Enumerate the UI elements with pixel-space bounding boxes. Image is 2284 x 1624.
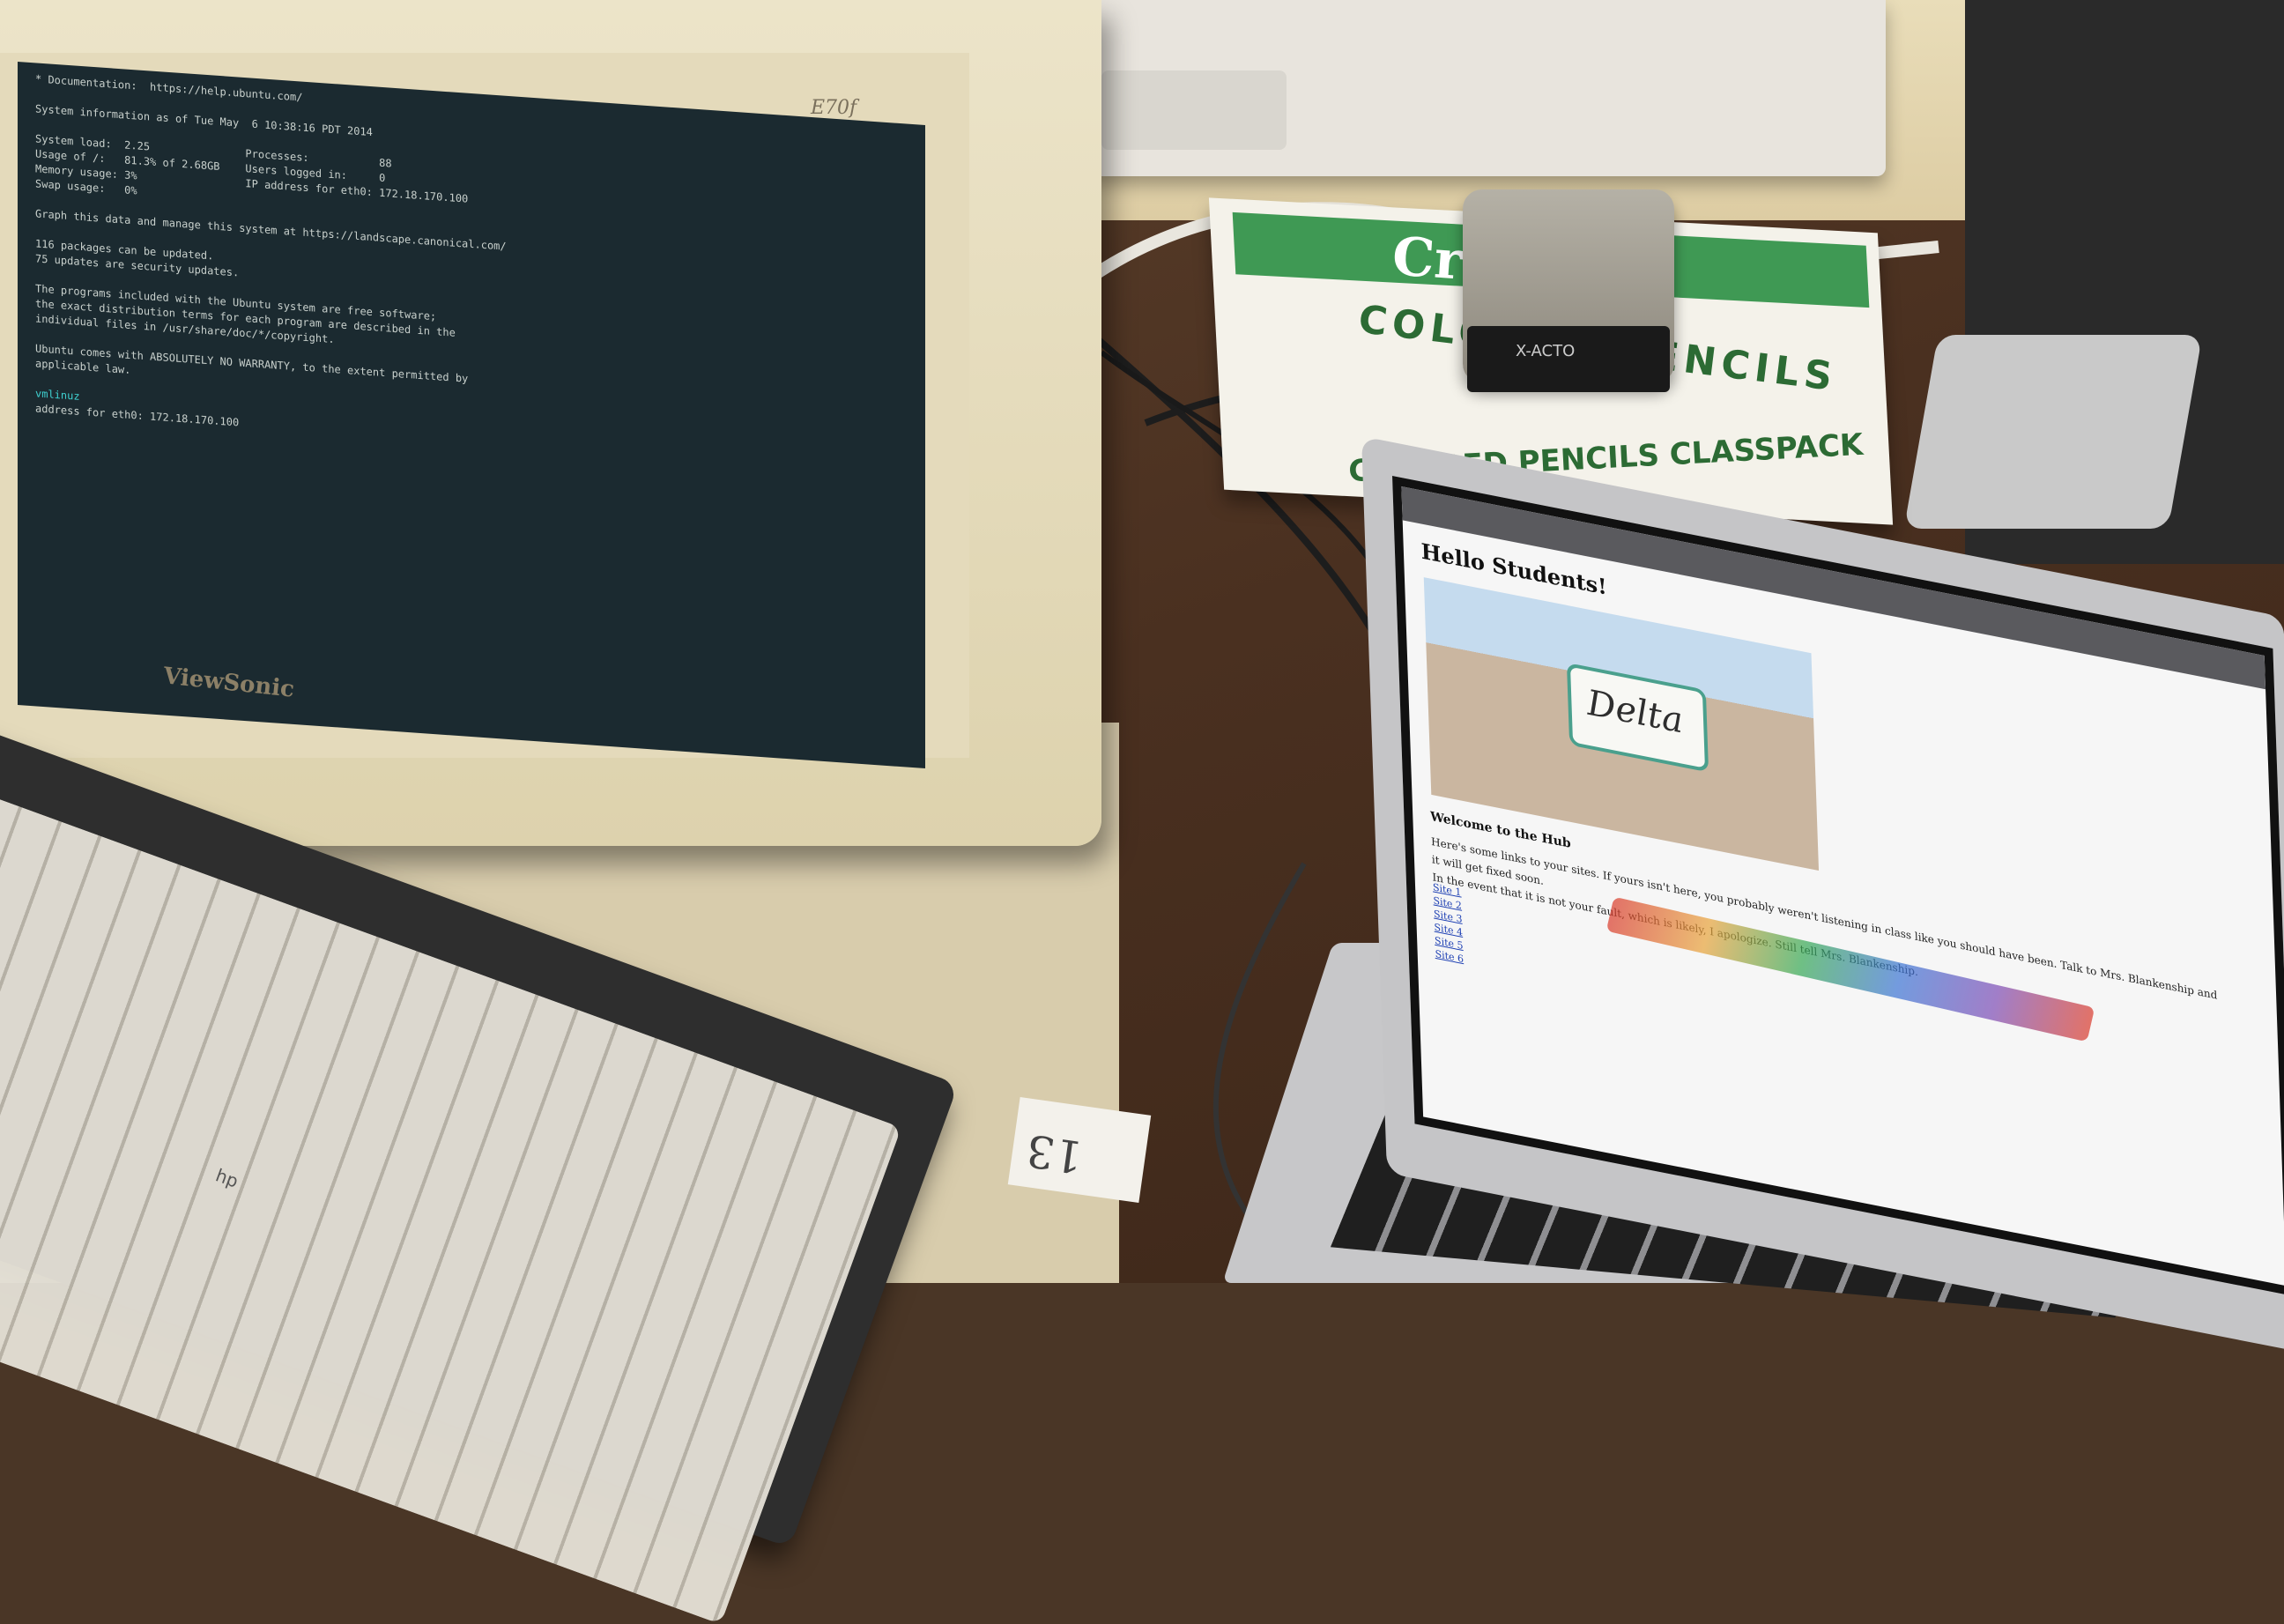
page-body: Here's some links to your sites. If your…	[1431, 833, 2226, 1042]
sign-text: Delta	[1586, 682, 1684, 742]
desk-label-text: 13	[1023, 1123, 1086, 1183]
sharpener-brand: X-ACTO	[1516, 342, 1576, 360]
terminal-output: * Documentation: https://help.ubuntu.com…	[35, 71, 908, 477]
sign: Delta	[1566, 662, 1709, 773]
site-links: Site 1 Site 2 Site 3 Site 4 Site 5 Site 6	[1433, 880, 1465, 966]
crt-model: E70f	[811, 97, 857, 119]
body-line-1: Here's some links to your sites. If your…	[1430, 834, 2218, 1002]
crt-screen: * Documentation: https://help.ubuntu.com…	[18, 62, 925, 769]
